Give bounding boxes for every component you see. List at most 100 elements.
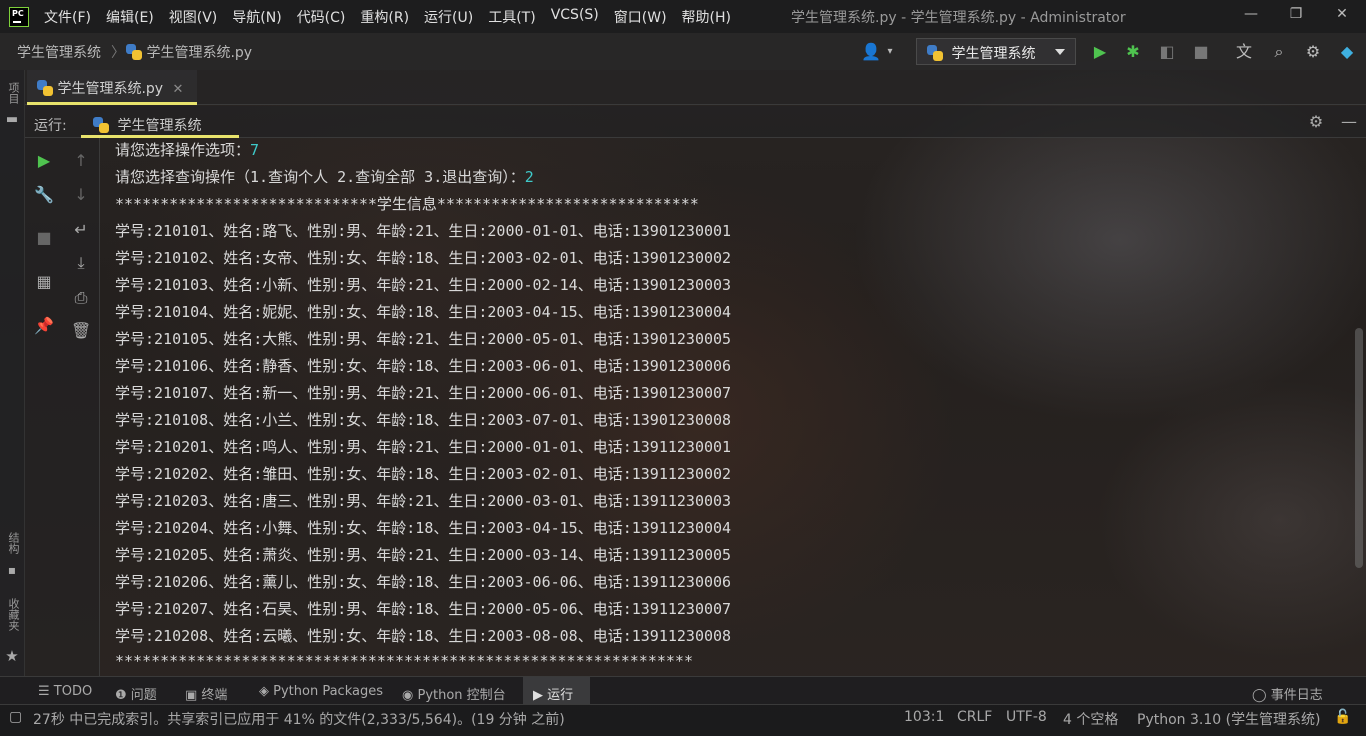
menu-item[interactable]: 文件(F) — [44, 7, 91, 27]
scroll-to-end-icon[interactable]: ⤓ — [71, 253, 91, 273]
python-icon — [93, 117, 109, 133]
run-icon[interactable]: ▶ — [1090, 42, 1110, 62]
run-configuration-select[interactable]: 学生管理系统 — [916, 38, 1076, 65]
scrollbar-thumb[interactable] — [1355, 328, 1363, 568]
run-panel-settings-icon[interactable]: ⚙ — [1306, 112, 1326, 132]
tab-event-log[interactable]: ◯ 事件日志 — [1252, 684, 1323, 703]
soft-wrap-icon[interactable]: ↵ — [71, 220, 91, 240]
tab-terminal[interactable]: ▣ 终端 — [185, 684, 227, 703]
student-record-line: 学号:210107、姓名:新一、性别:男、年龄:21、生日:2000-06-01… — [115, 384, 732, 402]
close-window-icon[interactable]: ✕ — [1332, 6, 1352, 22]
layout-icon[interactable]: ▦ — [34, 272, 54, 292]
line-ending[interactable]: CRLF — [957, 709, 992, 725]
menu-item[interactable]: 工具(T) — [488, 7, 535, 27]
student-record-line: 学号:210205、姓名:萧炎、性别:男、年龄:21、生日:2000-03-14… — [115, 546, 732, 564]
python-icon — [927, 45, 943, 61]
hide-panel-icon[interactable]: — — [1339, 112, 1359, 132]
python-file-icon — [126, 44, 142, 60]
main-menu: 文件(F) 编辑(E) 视图(V) 导航(N) 代码(C) 重构(R) 运行(U) 工具(T)… — [44, 7, 746, 27]
debug-icon[interactable]: ✱ — [1123, 42, 1143, 62]
left-tool-stripe: 项目 ▬ 结构 ▪ 收藏夹 ★ — [0, 70, 25, 676]
editor-tab-bar: 学生管理系统.py ✕ — [25, 70, 1366, 105]
menu-bar: 文件(F) 编辑(E) 视图(V) 导航(N) 代码(C) 重构(R) 运行(U) 工具(T)… — [0, 0, 1366, 33]
bottom-tool-tabs: ☰ TODO ❶ 问题 ▣ 终端 ◈ Python Packages ◉ Pyt… — [0, 676, 1366, 705]
jetbrains-toolbox-icon[interactable]: ◆ — [1337, 42, 1357, 62]
stop-icon[interactable]: ■ — [34, 228, 54, 248]
structure-icon[interactable]: ▪ — [2, 560, 22, 580]
menu-item[interactable]: 代码(C) — [297, 7, 346, 27]
console-scrollbar[interactable] — [1352, 138, 1366, 676]
menu-item[interactable]: VCS(S) — [551, 7, 599, 27]
run-panel-header: 运行: 学生管理系统 ⚙ — — [25, 106, 1366, 138]
console-output[interactable]: 请您选择操作选项：7 请您选择查询操作（1.查询个人 2.查询全部 3.退出查询… — [100, 138, 1352, 676]
close-tab-icon[interactable]: ✕ — [173, 82, 184, 97]
student-record-line: 学号:210203、姓名:唐三、性别:男、年龄:21、生日:2000-03-01… — [115, 492, 732, 510]
settings-gear-icon[interactable]: ⚙ — [1303, 42, 1323, 62]
python-interpreter[interactable]: Python 3.10 (学生管理系统) — [1137, 709, 1321, 729]
structure-tool-tab[interactable]: 结构 — [5, 532, 21, 554]
tab-python-console[interactable]: ◉ Python 控制台 — [402, 684, 506, 703]
run-tab[interactable]: 学生管理系统 — [81, 106, 239, 138]
user-account-icon[interactable]: 👤 — [861, 42, 881, 62]
student-record-line: 学号:210204、姓名:小舞、性别:女、年龄:18、生日:2003-04-15… — [115, 519, 732, 537]
status-bar: ▢ 27秒 中已完成索引。共享索引已应用于 41% 的文件(2,333/5,56… — [0, 704, 1366, 736]
breadcrumb-file-label: 学生管理系统.py — [146, 45, 253, 61]
console-prompt-line: 请您选择查询操作（1.查询个人 2.查询全部 3.退出查询）：2 — [115, 168, 534, 186]
search-icon[interactable]: ⌕ — [1269, 42, 1289, 62]
arrow-up-icon[interactable]: ↑ — [71, 151, 91, 171]
chevron-down-icon[interactable]: ▾ — [880, 42, 900, 62]
console-input: 2 — [524, 168, 534, 186]
console-input: 7 — [250, 141, 260, 159]
breadcrumb-file[interactable]: 学生管理系统.py — [126, 42, 252, 62]
cursor-position[interactable]: 103:1 — [904, 709, 944, 725]
pycharm-logo-icon — [9, 6, 29, 27]
status-message[interactable]: 27秒 中已完成索引。共享索引已应用于 41% 的文件(2,333/5,564)… — [33, 709, 565, 729]
tab-python-packages[interactable]: ◈ Python Packages — [259, 684, 383, 699]
student-record-line: 学号:210103、姓名:小新、性别:男、年龄:21、生日:2000-02-14… — [115, 276, 732, 294]
minimize-icon[interactable]: — — [1241, 6, 1261, 22]
file-encoding[interactable]: UTF-8 — [1006, 709, 1047, 725]
favorites-tool-tab[interactable]: 收藏夹 — [5, 598, 21, 631]
project-tool-tab[interactable]: 项目 — [5, 82, 21, 104]
breadcrumb-project[interactable]: 学生管理系统 — [17, 42, 101, 62]
console-footer-line: ****************************************… — [115, 652, 693, 670]
menu-item[interactable]: 帮助(H) — [682, 7, 731, 27]
menu-item[interactable]: 视图(V) — [169, 7, 218, 27]
menu-item[interactable]: 窗口(W) — [614, 7, 667, 27]
python-file-icon — [37, 80, 53, 96]
indent-setting[interactable]: 4 个空格 — [1063, 709, 1118, 729]
translate-icon[interactable]: 文 — [1234, 42, 1254, 62]
stop-icon[interactable]: ■ — [1191, 42, 1211, 62]
coverage-icon[interactable]: ◧ — [1157, 42, 1177, 62]
console-header-line: *****************************学生信息*******… — [115, 195, 699, 213]
student-record-line: 学号:210108、姓名:小兰、性别:女、年龄:18、生日:2003-07-01… — [115, 411, 732, 429]
rerun-icon[interactable]: ▶ — [34, 151, 54, 171]
student-record-line: 学号:210101、姓名:路飞、性别:男、年龄:21、生日:2000-01-01… — [115, 222, 732, 240]
menu-item[interactable]: 运行(U) — [424, 7, 473, 27]
student-record-line: 学号:210104、姓名:妮妮、性别:女、年龄:18、生日:2003-04-15… — [115, 303, 732, 321]
dropdown-caret-icon — [1055, 49, 1065, 55]
student-record-line: 学号:210105、姓名:大熊、性别:男、年龄:21、生日:2000-05-01… — [115, 330, 732, 348]
run-configuration-label: 学生管理系统 — [951, 46, 1036, 62]
pin-icon[interactable]: 📌 — [34, 316, 54, 336]
lock-icon[interactable]: 🔓 — [1334, 709, 1351, 725]
star-icon[interactable]: ★ — [2, 646, 22, 666]
menu-item[interactable]: 编辑(E) — [106, 7, 154, 27]
print-icon[interactable]: ⎙ — [71, 288, 91, 308]
run-toolbar: ▶ 🔧 ■ ▦ 📌 ↑ ↓ ↵ ⤓ ⎙ 🗑 — [25, 138, 100, 676]
menu-item[interactable]: 导航(N) — [232, 7, 281, 27]
console-prompt-line: 请您选择操作选项：7 — [115, 141, 260, 159]
arrow-down-icon[interactable]: ↓ — [71, 185, 91, 205]
tab-problems[interactable]: ❶ 问题 — [115, 684, 157, 703]
trash-icon[interactable]: 🗑 — [71, 321, 91, 341]
restore-icon[interactable]: ❐ — [1286, 6, 1306, 22]
menu-item[interactable]: 重构(R) — [360, 7, 409, 27]
tab-todo[interactable]: ☰ TODO — [38, 684, 92, 699]
student-record-line: 学号:210207、姓名:石昊、性别:男、年龄:18、生日:2000-05-06… — [115, 600, 732, 618]
student-record-line: 学号:210106、姓名:静香、性别:女、年龄:18、生日:2003-06-01… — [115, 357, 732, 375]
editor-tab-file[interactable]: 学生管理系统.py ✕ — [27, 70, 197, 105]
toggle-tool-windows-icon[interactable]: ▢ — [9, 709, 22, 725]
folder-icon[interactable]: ▬ — [2, 110, 22, 130]
tab-run[interactable]: ▶ 运行 — [533, 684, 573, 703]
wrench-icon[interactable]: 🔧 — [34, 185, 54, 205]
